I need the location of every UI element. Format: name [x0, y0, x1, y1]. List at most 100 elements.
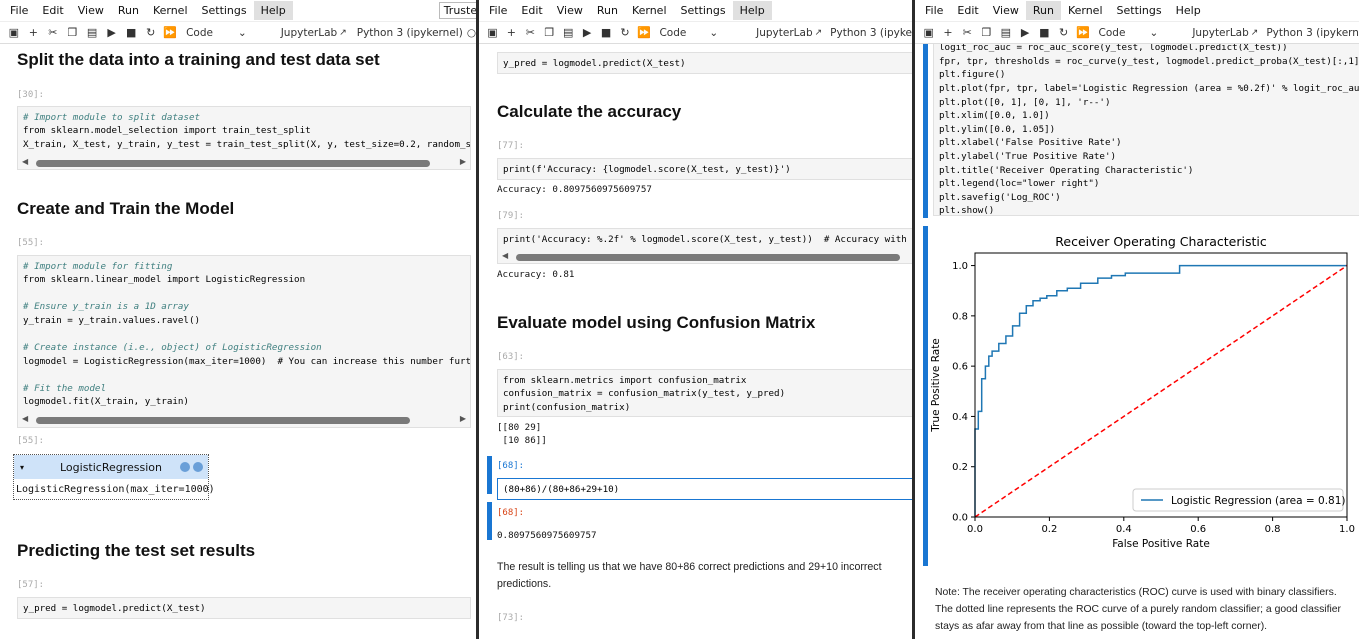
- menu-run[interactable]: Run: [111, 1, 146, 20]
- run-icon[interactable]: ▶: [102, 26, 122, 39]
- cell-type-select[interactable]: Code ⌄: [186, 27, 247, 39]
- fast-forward-icon[interactable]: ⏩: [1073, 26, 1092, 39]
- paste-icon[interactable]: ▤: [82, 26, 102, 39]
- legend-label: Logistic Regression (area = 0.81): [1171, 495, 1346, 507]
- prompt-77: [77]:: [497, 141, 525, 151]
- code-cell-57[interactable]: y_pred = logmodel.predict(X_test): [17, 597, 471, 619]
- menu-settings[interactable]: Settings: [674, 1, 733, 20]
- active-cell-indicator: [487, 456, 492, 494]
- jupyterlab-link[interactable]: JupyterLab: [281, 27, 337, 39]
- cell-type-select[interactable]: Code ⌄: [659, 27, 718, 39]
- paste-icon[interactable]: ▤: [996, 26, 1015, 39]
- info-icon[interactable]: [180, 462, 190, 472]
- horizontal-scrollbar[interactable]: ◀: [502, 251, 912, 261]
- code-line: plt.figure(): [939, 69, 1006, 80]
- cut-icon[interactable]: ✂: [958, 26, 977, 39]
- code-cell-63[interactable]: from sklearn.metrics import confusion_ma…: [497, 369, 912, 417]
- heading-accuracy: Calculate the accuracy: [497, 102, 682, 121]
- scroll-left-icon[interactable]: ◀: [502, 251, 508, 260]
- menu-file[interactable]: File: [3, 1, 35, 20]
- menu-kernel[interactable]: Kernel: [625, 1, 674, 20]
- code-line: print('Accuracy: %.2f' % logmodel.score(…: [503, 234, 912, 245]
- menu-file[interactable]: File: [482, 1, 514, 20]
- estimator-widget[interactable]: ▾ LogisticRegression LogisticRegression(…: [13, 454, 215, 500]
- code-line: y_pred = logmodel.predict(X_test): [503, 58, 686, 69]
- menu-kernel[interactable]: Kernel: [1061, 1, 1110, 20]
- code-cell-77[interactable]: print(f'Accuracy: {logmodel.score(X_test…: [497, 158, 912, 180]
- notebook-toolbar: ▣ + ✂ ❐ ▤ ▶ ■ ↻ ⏩ Code ⌄ JupyterLab ↗ Pyt…: [915, 22, 1359, 44]
- kernel-name[interactable]: Python 3 (ipykern: [1266, 27, 1359, 39]
- restart-icon[interactable]: ↻: [616, 26, 635, 39]
- menu-edit[interactable]: Edit: [514, 1, 549, 20]
- menu-help[interactable]: Help: [253, 1, 293, 20]
- scroll-right-icon[interactable]: ▶: [460, 157, 466, 166]
- save-icon[interactable]: ▣: [919, 26, 938, 39]
- active-cell-indicator: [923, 44, 928, 218]
- run-icon[interactable]: ▶: [578, 26, 597, 39]
- restart-icon[interactable]: ↻: [1054, 26, 1073, 39]
- stop-icon[interactable]: ■: [1035, 26, 1054, 39]
- paste-icon[interactable]: ▤: [559, 26, 578, 39]
- cell-type-select[interactable]: Code ⌄: [1099, 27, 1159, 39]
- code-cell-roc[interactable]: logit_roc_auc = roc_auc_score(y_test, lo…: [933, 44, 1359, 216]
- copy-icon[interactable]: ❐: [977, 26, 996, 39]
- horizontal-scrollbar[interactable]: ◀ ▶: [22, 414, 466, 424]
- menu-view[interactable]: View: [550, 1, 590, 20]
- code-cell-ypred[interactable]: y_pred = logmodel.predict(X_test): [497, 52, 912, 74]
- code-cell-30[interactable]: # Import module to split dataset from sk…: [17, 106, 471, 170]
- prompt-73: [73]:: [497, 613, 525, 623]
- fast-forward-icon[interactable]: ⏩: [161, 26, 181, 39]
- info-icon[interactable]: [193, 462, 203, 472]
- menu-file[interactable]: File: [918, 1, 950, 20]
- x-tick-label: 0.0: [967, 524, 983, 535]
- add-cell-icon[interactable]: +: [24, 26, 44, 39]
- copy-icon[interactable]: ❐: [540, 26, 559, 39]
- add-cell-icon[interactable]: +: [938, 26, 957, 39]
- save-icon[interactable]: ▣: [4, 26, 24, 39]
- menu-run[interactable]: Run: [1025, 1, 1061, 20]
- code-cell-68[interactable]: (80+86)/(80+86+29+10): [497, 478, 912, 500]
- restart-icon[interactable]: ↻: [141, 26, 161, 39]
- menu-view[interactable]: View: [71, 1, 111, 20]
- menu-view[interactable]: View: [986, 1, 1026, 20]
- menu-help[interactable]: Help: [732, 1, 772, 20]
- jupyterlab-link[interactable]: JupyterLab: [756, 27, 812, 39]
- menu-run[interactable]: Run: [590, 1, 625, 20]
- horizontal-scrollbar[interactable]: ◀ ▶: [22, 157, 466, 167]
- menu-settings[interactable]: Settings: [195, 1, 254, 20]
- run-icon[interactable]: ▶: [1015, 26, 1034, 39]
- save-icon[interactable]: ▣: [483, 26, 502, 39]
- kernel-name[interactable]: Python 3 (ipyke: [830, 27, 912, 39]
- code-line: # Import module for fitting: [23, 261, 173, 272]
- menu-kernel[interactable]: Kernel: [146, 1, 195, 20]
- x-ticks: 0.0 0.2 0.4 0.6 0.8 1.0: [967, 517, 1355, 535]
- menu-edit[interactable]: Edit: [950, 1, 985, 20]
- copy-icon[interactable]: ❐: [63, 26, 83, 39]
- stop-icon[interactable]: ■: [121, 26, 141, 39]
- code-cell-79[interactable]: print('Accuracy: %.2f' % logmodel.score(…: [497, 228, 912, 264]
- scroll-right-icon[interactable]: ▶: [460, 414, 466, 423]
- widget-header[interactable]: ▾ LogisticRegression: [14, 455, 208, 479]
- scroll-left-icon[interactable]: ◀: [22, 414, 28, 423]
- kernel-name[interactable]: Python 3 (ipykernel): [357, 27, 463, 39]
- cut-icon[interactable]: ✂: [43, 26, 63, 39]
- y-tick-label: 0.8: [952, 311, 968, 322]
- heading-split: Split the data into a training and test …: [17, 50, 380, 69]
- menu-help[interactable]: Help: [1169, 1, 1208, 20]
- code-line: plt.show(): [939, 205, 995, 216]
- stop-icon[interactable]: ■: [597, 26, 616, 39]
- x-axis-label: False Positive Rate: [1112, 538, 1210, 550]
- menu-edit[interactable]: Edit: [35, 1, 70, 20]
- code-cell-55[interactable]: # Import module for fitting from sklearn…: [17, 255, 471, 428]
- add-cell-icon[interactable]: +: [502, 26, 521, 39]
- cut-icon[interactable]: ✂: [521, 26, 540, 39]
- scroll-left-icon[interactable]: ◀: [22, 157, 28, 166]
- trusted-indicator[interactable]: Trusted: [438, 2, 476, 19]
- menu-settings[interactable]: Settings: [1110, 1, 1169, 20]
- jupyterlab-link[interactable]: JupyterLab: [1192, 27, 1248, 39]
- output-63-line: [10 86]]: [497, 435, 547, 446]
- code-line: print(confusion_matrix): [503, 402, 631, 413]
- fast-forward-icon[interactable]: ⏩: [635, 26, 654, 39]
- code-line: plt.ylim([0.0, 1.05]): [939, 124, 1056, 135]
- prompt-55: [55]:: [17, 238, 45, 248]
